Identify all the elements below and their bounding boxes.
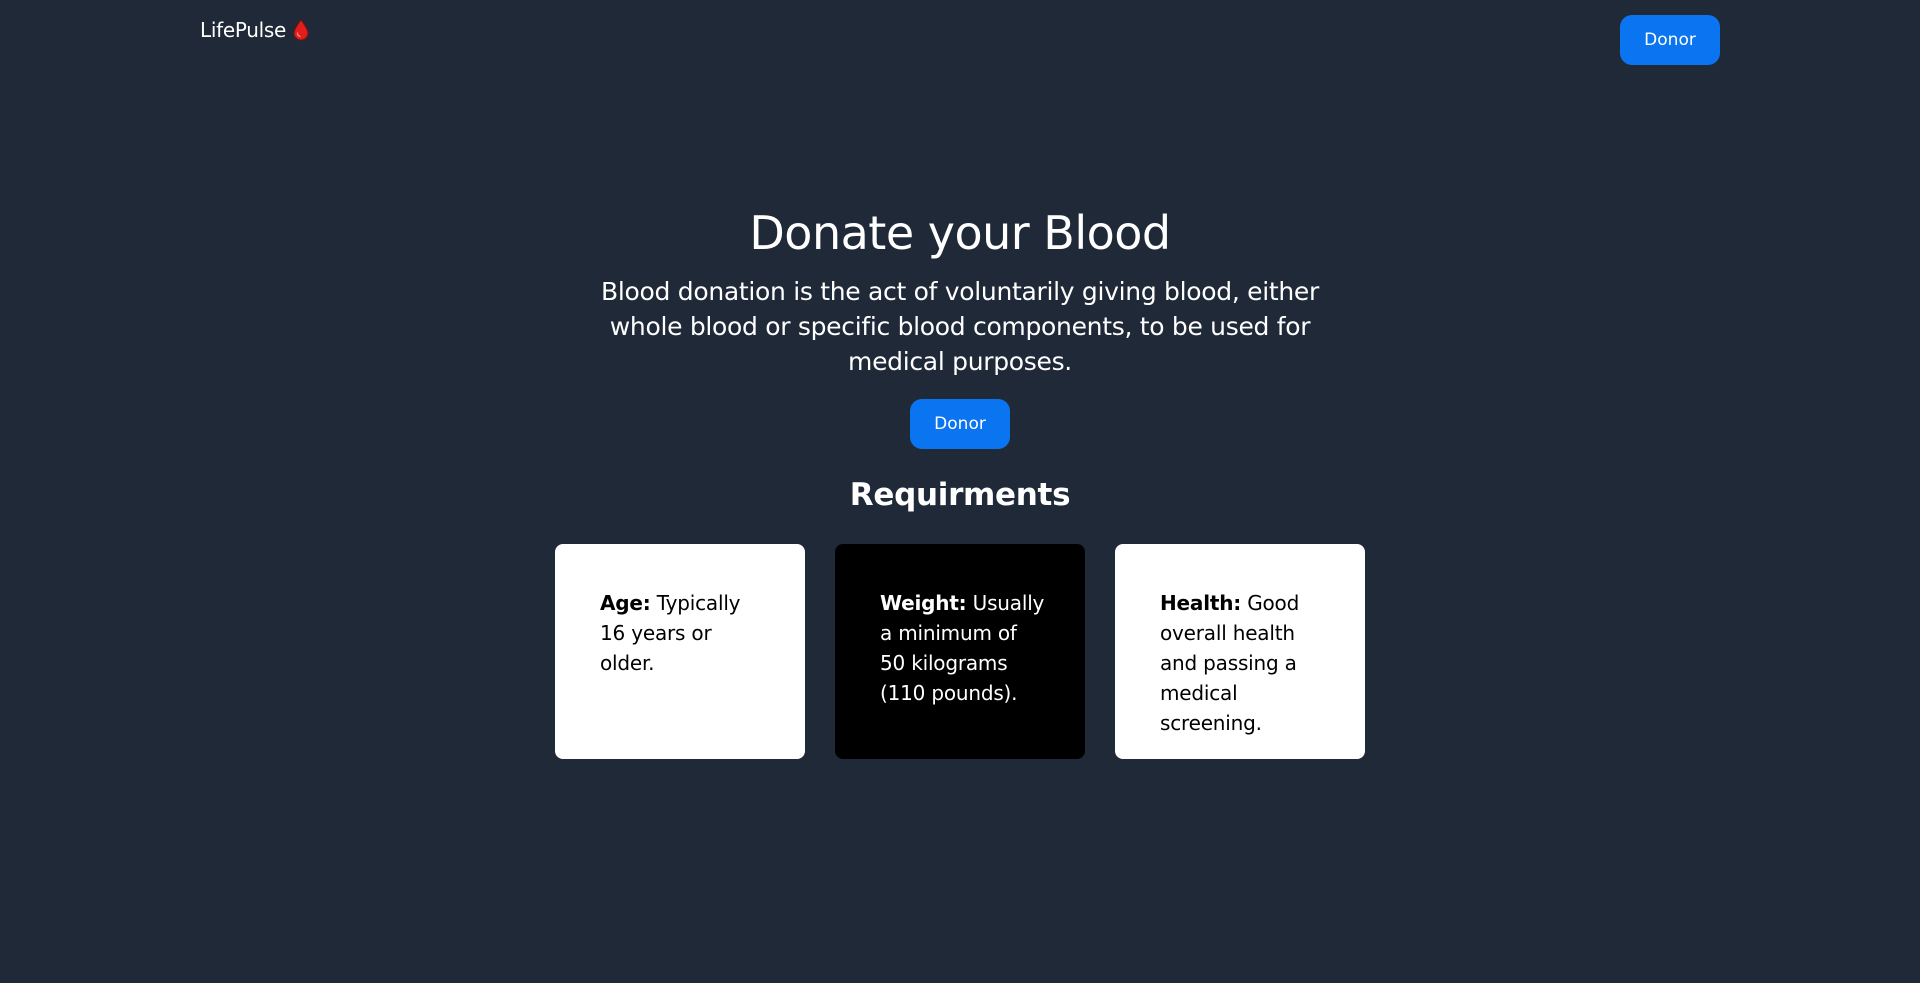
requirement-label: Age: (600, 591, 651, 615)
brand-logo[interactable]: LifePulse (200, 18, 310, 42)
requirement-card-weight: Weight: Usually a minimum of 50 kilogram… (835, 544, 1085, 759)
navbar: LifePulse Donor (0, 0, 1920, 80)
requirements-cards: Age: Typically 16 years or older. Weight… (555, 544, 1366, 759)
requirement-card-age: Age: Typically 16 years or older. (555, 544, 805, 759)
requirement-label: Health: (1160, 591, 1242, 615)
hero-title: Donate your Blood (749, 206, 1171, 260)
requirement-label: Weight: (880, 591, 967, 615)
hero-donor-button[interactable]: Donor (910, 399, 1010, 449)
requirements-title: Requirments (849, 477, 1071, 513)
nav-donor-button[interactable]: Donor (1620, 15, 1720, 65)
page: LifePulse Donor Donate your Blood Blood … (0, 0, 1920, 983)
requirement-card-health: Health: Good overall health and passing … (1115, 544, 1365, 759)
hero-section: Donate your Blood Blood donation is the … (0, 200, 1920, 379)
brand-name: LifePulse (200, 18, 287, 42)
blood-drop-icon (292, 19, 310, 41)
hero-description: Blood donation is the act of voluntarily… (601, 277, 1319, 376)
